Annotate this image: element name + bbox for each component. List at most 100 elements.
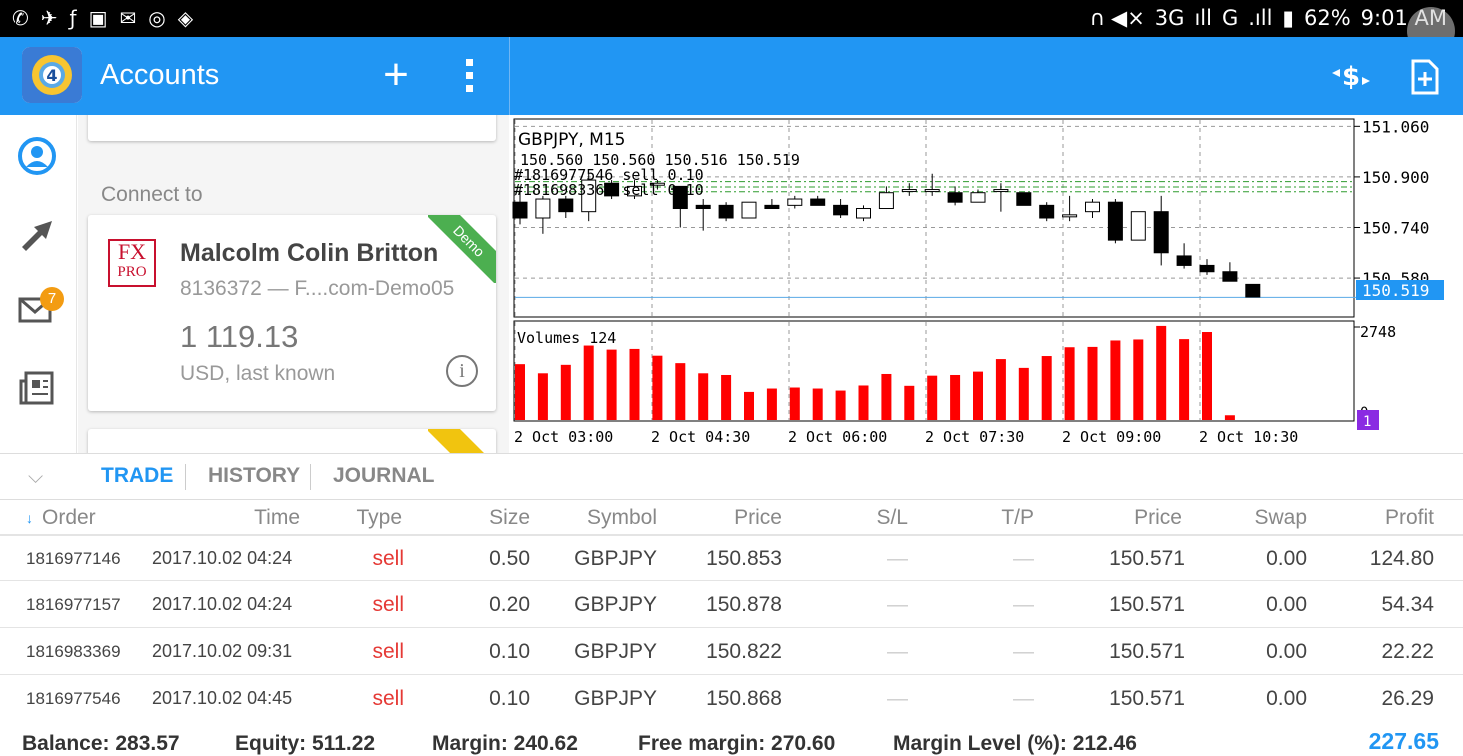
volume-bar: [904, 385, 915, 420]
cell-stop-loss: —: [887, 640, 908, 663]
cell-symbol: GBPJPY: [574, 593, 657, 616]
candle-body: [1153, 211, 1169, 254]
volume-max-label: 2748: [1360, 323, 1396, 341]
col-take-profit[interactable]: T/P: [960, 500, 1034, 536]
network-type: 3G: [1154, 6, 1185, 30]
new-order-button[interactable]: [1408, 57, 1442, 97]
cell-profit: 54.34: [1381, 593, 1434, 616]
candle-body: [1199, 264, 1215, 273]
price-chart[interactable]: GBPJPY, M15 150.560 150.560 150.516 150.…: [510, 115, 1463, 453]
more-vertical-icon: [466, 59, 473, 92]
volume-bar: [1156, 325, 1167, 420]
col-stop-loss[interactable]: S/L: [830, 500, 908, 536]
system-status: ∩ ◀× 3G ıll G .ıll ▮ 62% 9:01 AM: [1090, 6, 1447, 30]
cell-size: 0.10: [489, 640, 530, 663]
time-tick-label: 2 Oct 06:00: [788, 428, 887, 446]
volume-bar: [744, 391, 754, 420]
cell-swap: 0.00: [1266, 547, 1307, 570]
more-menu-button[interactable]: [456, 51, 484, 101]
page-title: Accounts: [100, 59, 220, 91]
mute-icon: ◀×: [1111, 6, 1145, 30]
table-row[interactable]: 1816977146 2017.10.02 04:24 sell 0.50 GBPJPY…: [0, 534, 1463, 581]
col-type[interactable]: Type: [320, 500, 402, 536]
one-click-trading-button[interactable]: $: [1328, 57, 1374, 97]
tab-separator: [185, 464, 186, 490]
candle-body: [1176, 255, 1192, 266]
tab-history[interactable]: HISTORY: [208, 464, 300, 488]
chart-canvas[interactable]: GBPJPY, M15 150.560 150.560 150.516 150.…: [510, 115, 1463, 453]
candle-body: [924, 189, 940, 193]
col-order[interactable]: Order: [42, 500, 96, 536]
add-account-button[interactable]: +: [376, 47, 416, 103]
sort-arrow-icon[interactable]: ↓: [26, 500, 33, 536]
cell-open-price: 150.853: [706, 547, 782, 570]
news-nav-icon[interactable]: [16, 367, 58, 409]
col-size[interactable]: Size: [440, 500, 530, 536]
cell-type: sell: [372, 640, 404, 663]
metatrader-logo-icon[interactable]: 4: [22, 47, 82, 103]
candle-body: [512, 201, 528, 219]
time-tick-label: 2 Oct 07:30: [925, 428, 1024, 446]
volume-bar: [927, 375, 938, 420]
account-card[interactable]: FX PRO Malcolm Colin Britton 8136372 — F…: [88, 215, 496, 411]
table-row[interactable]: 1816983369 2017.10.02 09:31 sell 0.10 GBPJPY…: [0, 628, 1463, 675]
chart-symbol: GBPJPY, M15: [518, 130, 625, 150]
account-card-previous[interactable]: [88, 115, 496, 141]
cell-profit: 26.29: [1381, 687, 1434, 710]
col-time[interactable]: Time: [200, 500, 300, 536]
accounts-nav-icon[interactable]: [16, 135, 58, 177]
instagram-icon: ◎: [148, 6, 166, 30]
candle-body: [764, 204, 780, 210]
col-open-price[interactable]: Price: [680, 500, 782, 536]
cell-symbol: GBPJPY: [574, 640, 657, 663]
volume-bar: [698, 373, 709, 420]
cell-profit: 124.80: [1369, 547, 1434, 570]
candle-body: [947, 192, 963, 203]
chevron-down-icon[interactable]: ⌵: [28, 466, 43, 489]
cell-current-price: 150.571: [1109, 593, 1185, 616]
cell-take-profit: —: [1013, 640, 1034, 663]
volume-bar: [812, 388, 823, 420]
col-symbol[interactable]: Symbol: [560, 500, 657, 536]
volume-bar: [560, 364, 571, 420]
notification-icons: ✆ ✈ ƒ ▣ ✉ ◎ ◈: [12, 6, 193, 30]
cell-take-profit: —: [1013, 547, 1034, 570]
candle-body: [1016, 192, 1032, 206]
total-profit: 227.65: [1368, 728, 1439, 754]
cell-stop-loss: —: [887, 687, 908, 710]
account-currency: USD, last known: [180, 362, 336, 385]
candle-body: [1062, 214, 1078, 218]
info-icon[interactable]: i: [446, 355, 478, 387]
volume-bar: [1224, 415, 1235, 420]
battery-level: 62%: [1303, 6, 1351, 30]
terminal-tabs: ⌵ TRADE HISTORY JOURNAL: [0, 453, 1463, 500]
candle-body: [718, 204, 734, 219]
svg-text:4: 4: [46, 66, 57, 85]
cell-stop-loss: —: [887, 593, 908, 616]
cell-open-price: 150.878: [706, 593, 782, 616]
col-current-price[interactable]: Price: [1080, 500, 1182, 536]
cell-profit: 22.22: [1381, 640, 1434, 663]
app-icon: ◈: [177, 6, 194, 30]
summary-free-margin: Free margin: 270.60: [638, 732, 836, 755]
cell-size: 0.10: [489, 687, 530, 710]
network-signal: G: [1221, 6, 1239, 30]
volume-bar: [583, 345, 594, 420]
tab-separator: [310, 464, 311, 490]
new-document-icon: [1411, 59, 1439, 95]
account-card-next[interactable]: [88, 429, 496, 453]
volume-bar: [835, 390, 846, 420]
cell-swap: 0.00: [1266, 640, 1307, 663]
current-price-value: 150.519: [1362, 281, 1429, 300]
col-swap[interactable]: Swap: [1210, 500, 1307, 536]
cell-swap: 0.00: [1266, 687, 1307, 710]
trade-nav-icon[interactable]: [16, 213, 58, 255]
table-header: ↓ Order Time Type Size Symbol Price S/L …: [0, 500, 1463, 536]
tab-journal[interactable]: JOURNAL: [333, 464, 435, 488]
col-profit[interactable]: Profit: [1330, 500, 1434, 536]
volume-bar: [629, 348, 640, 420]
table-row[interactable]: 1816977157 2017.10.02 04:24 sell 0.20 GBPJPY…: [0, 581, 1463, 628]
table-row[interactable]: 1816977546 2017.10.02 04:45 sell 0.10 GBPJPY…: [0, 675, 1463, 722]
tab-trade[interactable]: TRADE: [101, 464, 173, 488]
cell-current-price: 150.571: [1109, 640, 1185, 663]
